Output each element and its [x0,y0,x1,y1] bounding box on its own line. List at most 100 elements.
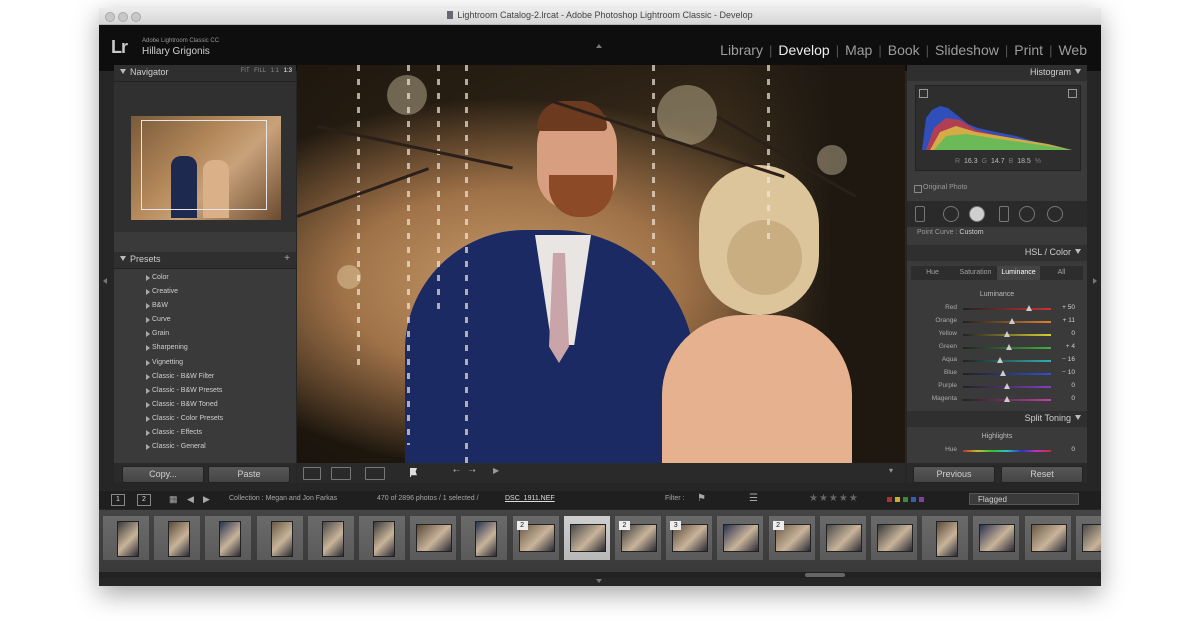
color-label-swatch[interactable] [903,497,908,502]
hsl-tab-all[interactable]: All [1040,266,1083,280]
collapse-left-arrow-icon[interactable] [103,278,107,284]
point-curve-row[interactable]: Point Curve : Custom [917,229,984,236]
module-slideshow[interactable]: Slideshow [929,42,1005,58]
radial-filter-icon[interactable] [1019,206,1035,222]
module-library[interactable]: Library [714,42,769,58]
collapse-top-arrow-icon[interactable] [596,44,602,48]
histogram-header[interactable]: Histogram [907,65,1087,81]
slider-track[interactable] [963,331,1051,337]
hsl-tab-luminance[interactable]: Luminance [997,266,1040,280]
forward-arrow-icon[interactable]: ▶ [203,494,210,505]
filmstrip-thumbnail[interactable]: 2 [512,516,559,560]
preset-folder[interactable]: Classic - B&W Filter [122,370,288,384]
graduated-filter-icon[interactable] [999,206,1009,222]
preset-folder[interactable]: Curve [122,313,288,327]
slider-track[interactable] [963,396,1051,402]
color-label-swatch[interactable] [895,497,900,502]
color-label-swatch[interactable] [887,497,892,502]
stack-count-badge[interactable]: 2 [516,521,528,530]
hsl-header[interactable]: HSL / Color [907,245,1087,261]
slider-knob[interactable] [1005,344,1012,350]
zoom-option[interactable]: FIT [241,68,250,74]
filmstrip-scrollbar[interactable] [99,572,1101,578]
filmstrip-thumbnail[interactable]: 2 [768,516,815,560]
filmstrip-thumbnail[interactable] [410,516,457,560]
preset-folder[interactable]: Sharpening [122,341,288,355]
luminance-slider-blue[interactable]: Blue − 10 [913,368,1079,381]
preset-folder[interactable]: Classic - B&W Presets [122,384,288,398]
secondary-window-button[interactable]: 2 [137,494,151,506]
back-arrow-icon[interactable]: ◀ [187,494,194,505]
preset-folder[interactable]: Creative [122,285,288,299]
before-after-split-icon[interactable] [365,467,385,480]
filmstrip-thumbnail[interactable] [256,516,303,560]
luminance-slider-green[interactable]: Green + 4 [913,342,1079,355]
color-label-swatch[interactable] [919,497,924,502]
filter-select[interactable]: Flagged [969,493,1079,505]
collapse-triangle-icon[interactable] [1075,249,1081,254]
slider-track[interactable] [963,383,1051,389]
hue-track[interactable] [963,450,1051,452]
module-map[interactable]: Map [839,42,878,58]
filmstrip-scroll-thumb[interactable] [805,573,845,577]
module-develop[interactable]: Develop [772,42,835,58]
filmstrip-thumbnail[interactable]: 2 [615,516,661,560]
slider-knob[interactable] [999,370,1006,376]
slider-knob[interactable] [1004,383,1010,389]
flag-filter-icon[interactable]: ⚑ [697,493,706,504]
split-hue-slider[interactable]: Hue 0 [913,445,1079,457]
preset-folder[interactable]: Classic - B&W Toned [122,398,288,412]
zoom-option[interactable]: 1:1 [271,68,279,74]
collapse-triangle-icon[interactable] [1075,69,1081,74]
navigator-preview[interactable] [114,82,296,232]
paste-button[interactable]: Paste [208,466,290,483]
collapse-bottom-arrow-icon[interactable] [596,579,602,583]
slider-track[interactable] [963,357,1051,363]
filmstrip-thumbnail[interactable] [1024,516,1071,560]
luminance-slider-aqua[interactable]: Aqua − 16 [913,355,1079,368]
filmstrip-thumbnail[interactable] [359,516,405,560]
play-slideshow-icon[interactable]: ▶ [493,466,499,475]
main-window-button[interactable]: 1 [111,494,125,506]
filmstrip-thumbnail[interactable] [103,516,149,560]
grid-view-icon[interactable]: ▦ [169,494,178,505]
preset-folder[interactable]: Classic - Color Presets [122,412,288,426]
filmstrip-thumbnail[interactable] [461,516,508,560]
zoom-option[interactable]: FILL [254,68,266,74]
zoom-option[interactable]: 1:3 [284,68,292,74]
collection-name[interactable]: Collection : Megan and Jon Farkas [229,495,337,502]
filmstrip-thumbnail[interactable] [871,516,917,560]
luminance-slider-yellow[interactable]: Yellow 0 [913,329,1079,342]
slider-knob[interactable] [1004,396,1010,402]
spot-removal-icon[interactable] [943,206,959,222]
preset-folder[interactable]: Vignetting [122,356,288,370]
filename[interactable]: DSC_1911.NEF [505,495,555,502]
star-rating-filter[interactable]: ★★★★★ [809,493,859,504]
color-label-swatch[interactable] [911,497,916,502]
stack-count-badge[interactable]: 2 [619,521,630,530]
collapse-right-arrow-icon[interactable] [1093,278,1097,284]
luminance-slider-magenta[interactable]: Magenta 0 [913,394,1079,407]
previous-photo-arrow-icon[interactable]: ⇠ [453,466,460,475]
filmstrip-thumbnail[interactable] [819,516,866,560]
filmstrip-thumbnail[interactable] [563,516,610,560]
filmstrip-thumbnail[interactable] [1075,516,1101,560]
hsl-tab-saturation[interactable]: Saturation [954,266,997,280]
color-label-filter[interactable] [887,497,924,502]
slider-track[interactable] [963,370,1051,376]
split-toning-header[interactable]: Split Toning [907,411,1087,427]
before-after-icon[interactable] [331,467,351,480]
slider-knob[interactable] [1004,331,1010,337]
next-photo-arrow-icon[interactable]: ⇢ [469,466,476,475]
filmstrip-thumbnail[interactable] [922,516,969,560]
crop-icon[interactable] [915,206,925,222]
collapse-triangle-icon[interactable] [120,256,126,261]
original-photo-checkbox[interactable] [914,185,922,193]
preset-folder[interactable]: Classic - General [122,440,288,454]
copy-button[interactable]: Copy... [122,466,204,483]
previous-button[interactable]: Previous [913,466,995,483]
stack-count-badge[interactable]: 3 [670,521,682,530]
add-preset-icon[interactable]: + [284,253,290,264]
main-photo-canvas[interactable] [297,65,905,463]
navigator-header[interactable]: Navigator FIT FILL 1:1 1:3 [114,65,296,82]
